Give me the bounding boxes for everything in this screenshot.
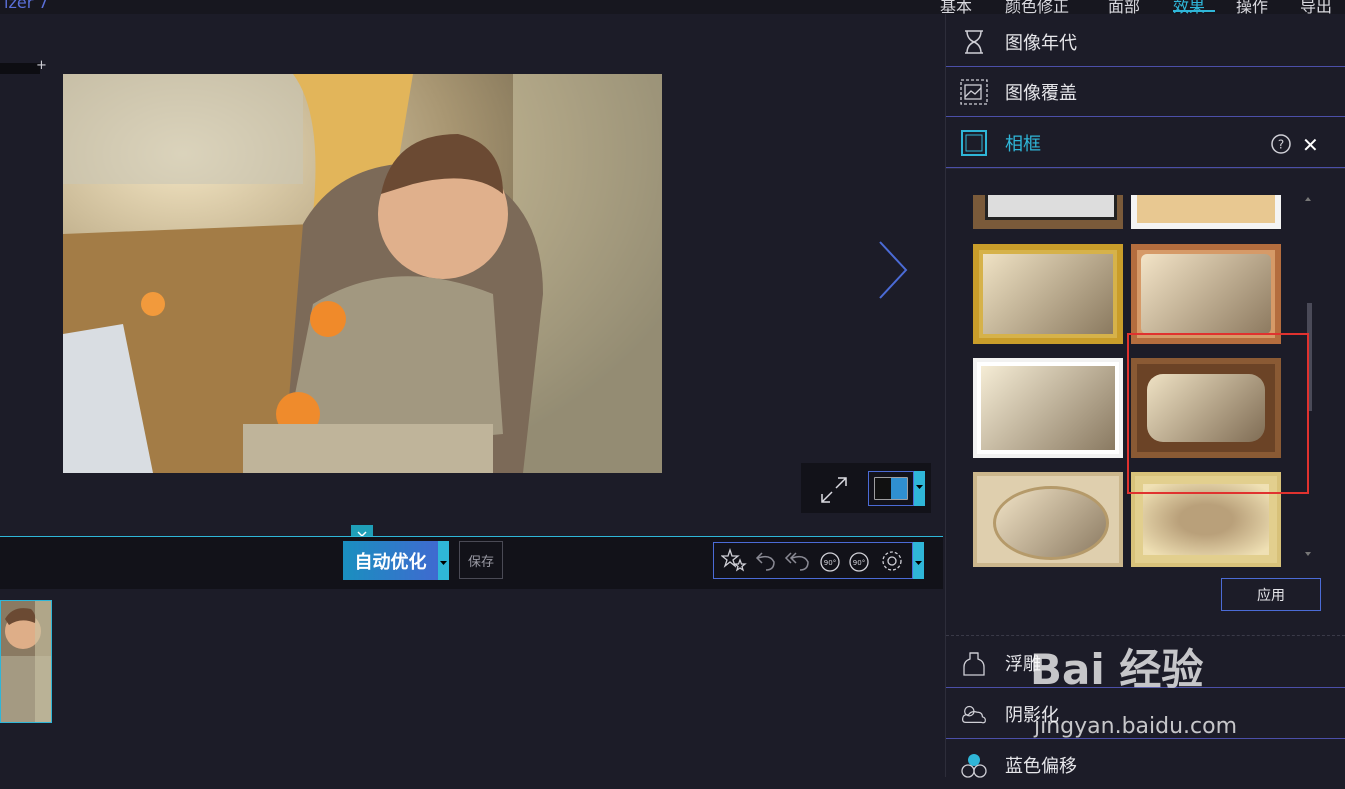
frame-option-dark-wood[interactable] <box>973 195 1123 229</box>
tab-color-correction[interactable]: 颜色修正 <box>1005 0 1069 14</box>
undo-all-icon[interactable] <box>784 548 810 574</box>
rotate-right-icon[interactable]: 90° <box>847 548 873 574</box>
edit-toolbox: 90° 90° <box>713 542 913 579</box>
baidu-watermark-url: jingyan.baidu.com <box>1034 714 1238 739</box>
panel-item-label: 图像覆盖 <box>1005 82 1077 104</box>
help-icon[interactable]: ? <box>1270 133 1292 155</box>
collapse-toggle[interactable] <box>351 525 373 538</box>
scroll-up-icon[interactable] <box>1304 195 1312 203</box>
frame-option-oval-cream[interactable] <box>973 472 1123 567</box>
frame-option-white[interactable] <box>1131 195 1281 229</box>
emboss-icon <box>960 649 988 677</box>
magic-stars-icon[interactable] <box>720 547 747 574</box>
rotate-left-icon[interactable]: 90° <box>816 548 842 574</box>
photo-image <box>63 74 662 473</box>
panel-item-image-overlay[interactable]: 图像覆盖 <box>946 67 1345 117</box>
add-icon[interactable]: + <box>36 58 47 73</box>
hourglass-icon <box>960 28 988 56</box>
active-tab-indicator <box>1173 10 1215 12</box>
panel-item-label: 蓝色偏移 <box>1005 755 1077 777</box>
tab-basic[interactable]: 基本 <box>940 0 972 14</box>
compare-view-button[interactable] <box>868 471 914 506</box>
tab-export[interactable]: 导出 <box>1300 0 1332 14</box>
blue-shift-icon <box>960 751 988 779</box>
svg-text:?: ? <box>1278 138 1284 152</box>
close-icon[interactable]: ✕ <box>1302 133 1319 157</box>
tab-operations[interactable]: 操作 <box>1236 0 1268 14</box>
top-bar: izer 7 基本 颜色修正 面部 效果 操作 导出 <box>0 0 1345 14</box>
main-photo[interactable] <box>63 74 662 473</box>
auto-optimize-button[interactable]: 自动优化 <box>343 541 438 580</box>
app-title: izer 7 <box>4 0 49 12</box>
toolbox-dropdown[interactable] <box>913 542 924 579</box>
thumbnail-image <box>1 601 51 722</box>
selection-highlight <box>1127 333 1309 494</box>
tab-face[interactable]: 面部 <box>1108 0 1140 14</box>
baidu-watermark-logo: Bai 经验 <box>1030 645 1204 694</box>
panel-item-blue-shift[interactable]: 蓝色偏移 <box>946 740 1345 789</box>
fullscreen-icon[interactable] <box>818 474 850 506</box>
scroll-down-icon[interactable] <box>1304 550 1312 558</box>
caret-down-icon <box>440 561 447 565</box>
frame-option-burnt-edge[interactable] <box>1131 244 1281 344</box>
svg-text:90°: 90° <box>824 559 836 567</box>
settings-gear-icon[interactable] <box>879 548 905 574</box>
frame-option-white-curl[interactable] <box>973 358 1123 458</box>
caret-down-icon <box>915 561 922 565</box>
split-view-icon <box>874 477 908 500</box>
panel-item-label: 相框 <box>1005 133 1041 155</box>
svg-text:90°: 90° <box>853 559 865 567</box>
auto-optimize-dropdown[interactable] <box>438 541 449 580</box>
image-overlay-icon <box>960 78 988 106</box>
compare-dropdown[interactable] <box>914 471 925 506</box>
panel-item-label: 图像年代 <box>1005 32 1077 54</box>
panel-item-image-age[interactable]: 图像年代 <box>946 17 1345 67</box>
caret-down-icon <box>916 485 923 489</box>
apply-button[interactable]: 应用 <box>1221 578 1321 611</box>
undo-icon[interactable] <box>752 548 778 574</box>
frame-option-gold-ornate[interactable] <box>973 244 1123 344</box>
next-image-icon[interactable] <box>872 238 912 302</box>
ruler-bar <box>0 63 40 74</box>
save-button[interactable]: 保存 <box>459 541 503 579</box>
filmstrip <box>0 589 943 777</box>
shadow-cloud-icon <box>960 700 988 728</box>
filmstrip-thumbnail[interactable] <box>0 600 52 723</box>
frame-icon <box>960 129 988 157</box>
